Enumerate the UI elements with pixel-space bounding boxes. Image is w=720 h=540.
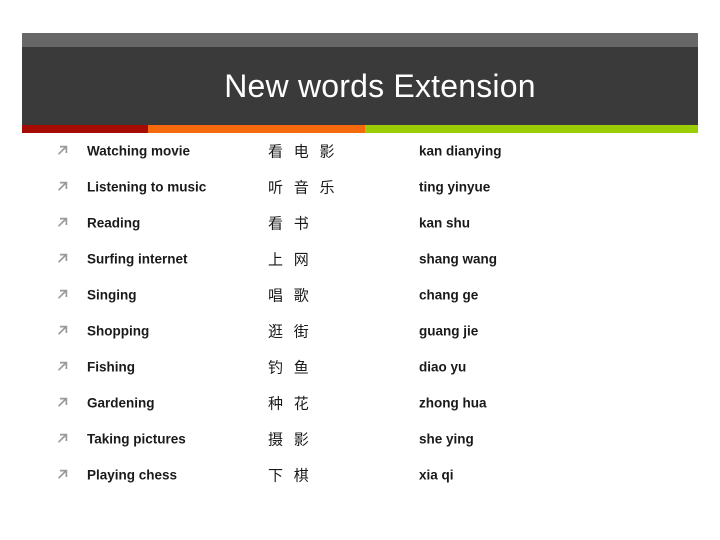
vocab-pinyin: shang wang <box>419 251 498 267</box>
arrow-up-right-icon <box>56 467 72 483</box>
vocab-chinese: 听 音 乐 <box>268 178 338 197</box>
vocab-english: Shopping <box>87 323 150 339</box>
vocab-pinyin: chang ge <box>419 287 479 303</box>
slide-header: New words Extension <box>22 33 698 133</box>
vocab-english: Singing <box>87 287 137 303</box>
vocab-row: Surfing internet 上 网 shang wang <box>0 241 720 277</box>
vocab-pinyin: diao yu <box>419 359 467 375</box>
arrow-up-right-icon <box>56 179 72 195</box>
vocab-chinese: 看 书 <box>268 214 312 233</box>
vocab-pinyin: she ying <box>419 431 474 447</box>
vocab-english: Watching movie <box>87 143 191 159</box>
vocab-row: Watching movie 看 电 影 kan dianying <box>0 133 720 169</box>
vocab-chinese: 种 花 <box>268 394 312 413</box>
vocab-pinyin: zhong hua <box>419 395 487 411</box>
arrow-up-right-icon <box>56 323 72 339</box>
header-top-accent-bar <box>22 33 698 47</box>
vocab-pinyin: ting yinyue <box>419 179 491 195</box>
vocab-row: Reading 看 书 kan shu <box>0 205 720 241</box>
vocab-chinese: 唱 歌 <box>268 286 312 305</box>
arrow-up-right-icon <box>56 287 72 303</box>
accent-segment-green <box>365 125 698 133</box>
vocab-chinese: 逛 街 <box>268 322 312 341</box>
arrow-up-right-icon <box>56 359 72 375</box>
vocab-english: Taking pictures <box>87 431 186 447</box>
vocab-row: Gardening 种 花 zhong hua <box>0 385 720 421</box>
vocab-english: Surfing internet <box>87 251 188 267</box>
vocab-english: Gardening <box>87 395 155 411</box>
vocab-chinese: 看 电 影 <box>268 142 338 161</box>
vocab-chinese: 钓 鱼 <box>268 358 312 377</box>
vocab-row: Singing 唱 歌 chang ge <box>0 277 720 313</box>
vocabulary-list: Watching movie 看 电 影 kan dianying Listening… <box>0 133 720 493</box>
arrow-up-right-icon <box>56 215 72 231</box>
vocab-chinese: 下 棋 <box>268 466 312 485</box>
arrow-up-right-icon <box>56 143 72 159</box>
vocab-pinyin: kan dianying <box>419 143 502 159</box>
accent-segment-red <box>22 125 148 133</box>
vocab-row: Fishing 钓 鱼 diao yu <box>0 349 720 385</box>
vocab-english: Listening to music <box>87 179 207 195</box>
vocab-row: Listening to music 听 音 乐 ting yinyue <box>0 169 720 205</box>
arrow-up-right-icon <box>56 395 72 411</box>
slide-title: New words Extension <box>224 67 536 104</box>
vocab-row: Shopping 逛 街 guang jie <box>0 313 720 349</box>
vocab-english: Fishing <box>87 359 135 375</box>
vocab-chinese: 摄 影 <box>268 430 312 449</box>
arrow-up-right-icon <box>56 431 72 447</box>
vocab-chinese: 上 网 <box>268 250 312 269</box>
vocab-pinyin: kan shu <box>419 215 471 231</box>
vocab-english: Reading <box>87 215 141 231</box>
arrow-up-right-icon <box>56 251 72 267</box>
vocab-pinyin: xia qi <box>419 467 454 483</box>
vocab-pinyin: guang jie <box>419 323 479 339</box>
vocab-row: Playing chess 下 棋 xia qi <box>0 457 720 493</box>
accent-segment-orange <box>148 125 365 133</box>
accent-bar <box>22 125 698 133</box>
vocab-row: Taking pictures 摄 影 she ying <box>0 421 720 457</box>
vocab-english: Playing chess <box>87 467 178 483</box>
